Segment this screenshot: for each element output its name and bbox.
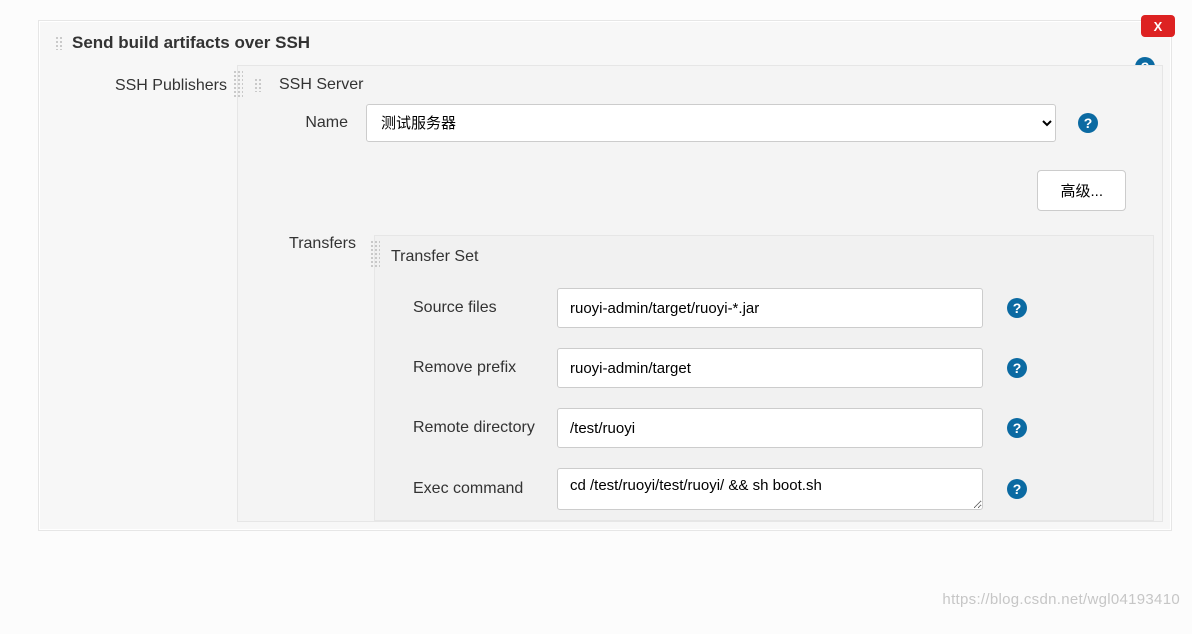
drag-handle-icon[interactable]	[55, 36, 64, 50]
help-icon[interactable]: ?	[1078, 113, 1098, 133]
source-files-label: Source files	[389, 299, 557, 317]
remove-prefix-label: Remove prefix	[389, 359, 557, 377]
drag-handle-icon[interactable]	[370, 240, 380, 268]
exec-command-label: Exec command	[389, 480, 557, 498]
drag-handle-icon[interactable]	[254, 78, 263, 92]
remote-directory-input[interactable]	[557, 408, 983, 448]
source-files-input[interactable]	[557, 288, 983, 328]
close-button[interactable]: X	[1141, 15, 1175, 37]
help-icon[interactable]: ?	[1007, 479, 1027, 499]
watermark-text: https://blog.csdn.net/wgl04193410	[942, 591, 1180, 608]
section-header: Send build artifacts over SSH	[39, 21, 1171, 65]
remote-directory-label: Remote directory	[389, 419, 557, 437]
help-icon[interactable]: ?	[1007, 298, 1027, 318]
ssh-publish-section: X Send build artifacts over SSH ? SSH Pu…	[38, 20, 1172, 531]
name-label: Name	[238, 114, 366, 132]
server-name-select[interactable]: 测试服务器	[366, 104, 1056, 142]
remove-prefix-input[interactable]	[557, 348, 983, 388]
publishers-label: SSH Publishers	[39, 65, 237, 530]
section-title: Send build artifacts over SSH	[72, 33, 310, 53]
advanced-button[interactable]: 高级...	[1037, 170, 1126, 211]
drag-handle-icon[interactable]	[233, 70, 243, 98]
exec-command-input[interactable]: cd /test/ruoyi/test/ruoyi/ && sh boot.sh	[557, 468, 983, 510]
transfers-label: Transfers	[238, 235, 366, 521]
ssh-publisher-box: SSH Server Name 测试服务器 ? 高级... Transfers	[237, 65, 1163, 522]
ssh-server-title: SSH Server	[279, 76, 363, 94]
transfer-set-title: Transfer Set	[375, 236, 1153, 278]
help-icon[interactable]: ?	[1007, 358, 1027, 378]
help-icon[interactable]: ?	[1007, 418, 1027, 438]
transfer-set-box: Transfer Set Source files ? Remove prefi…	[374, 235, 1154, 521]
